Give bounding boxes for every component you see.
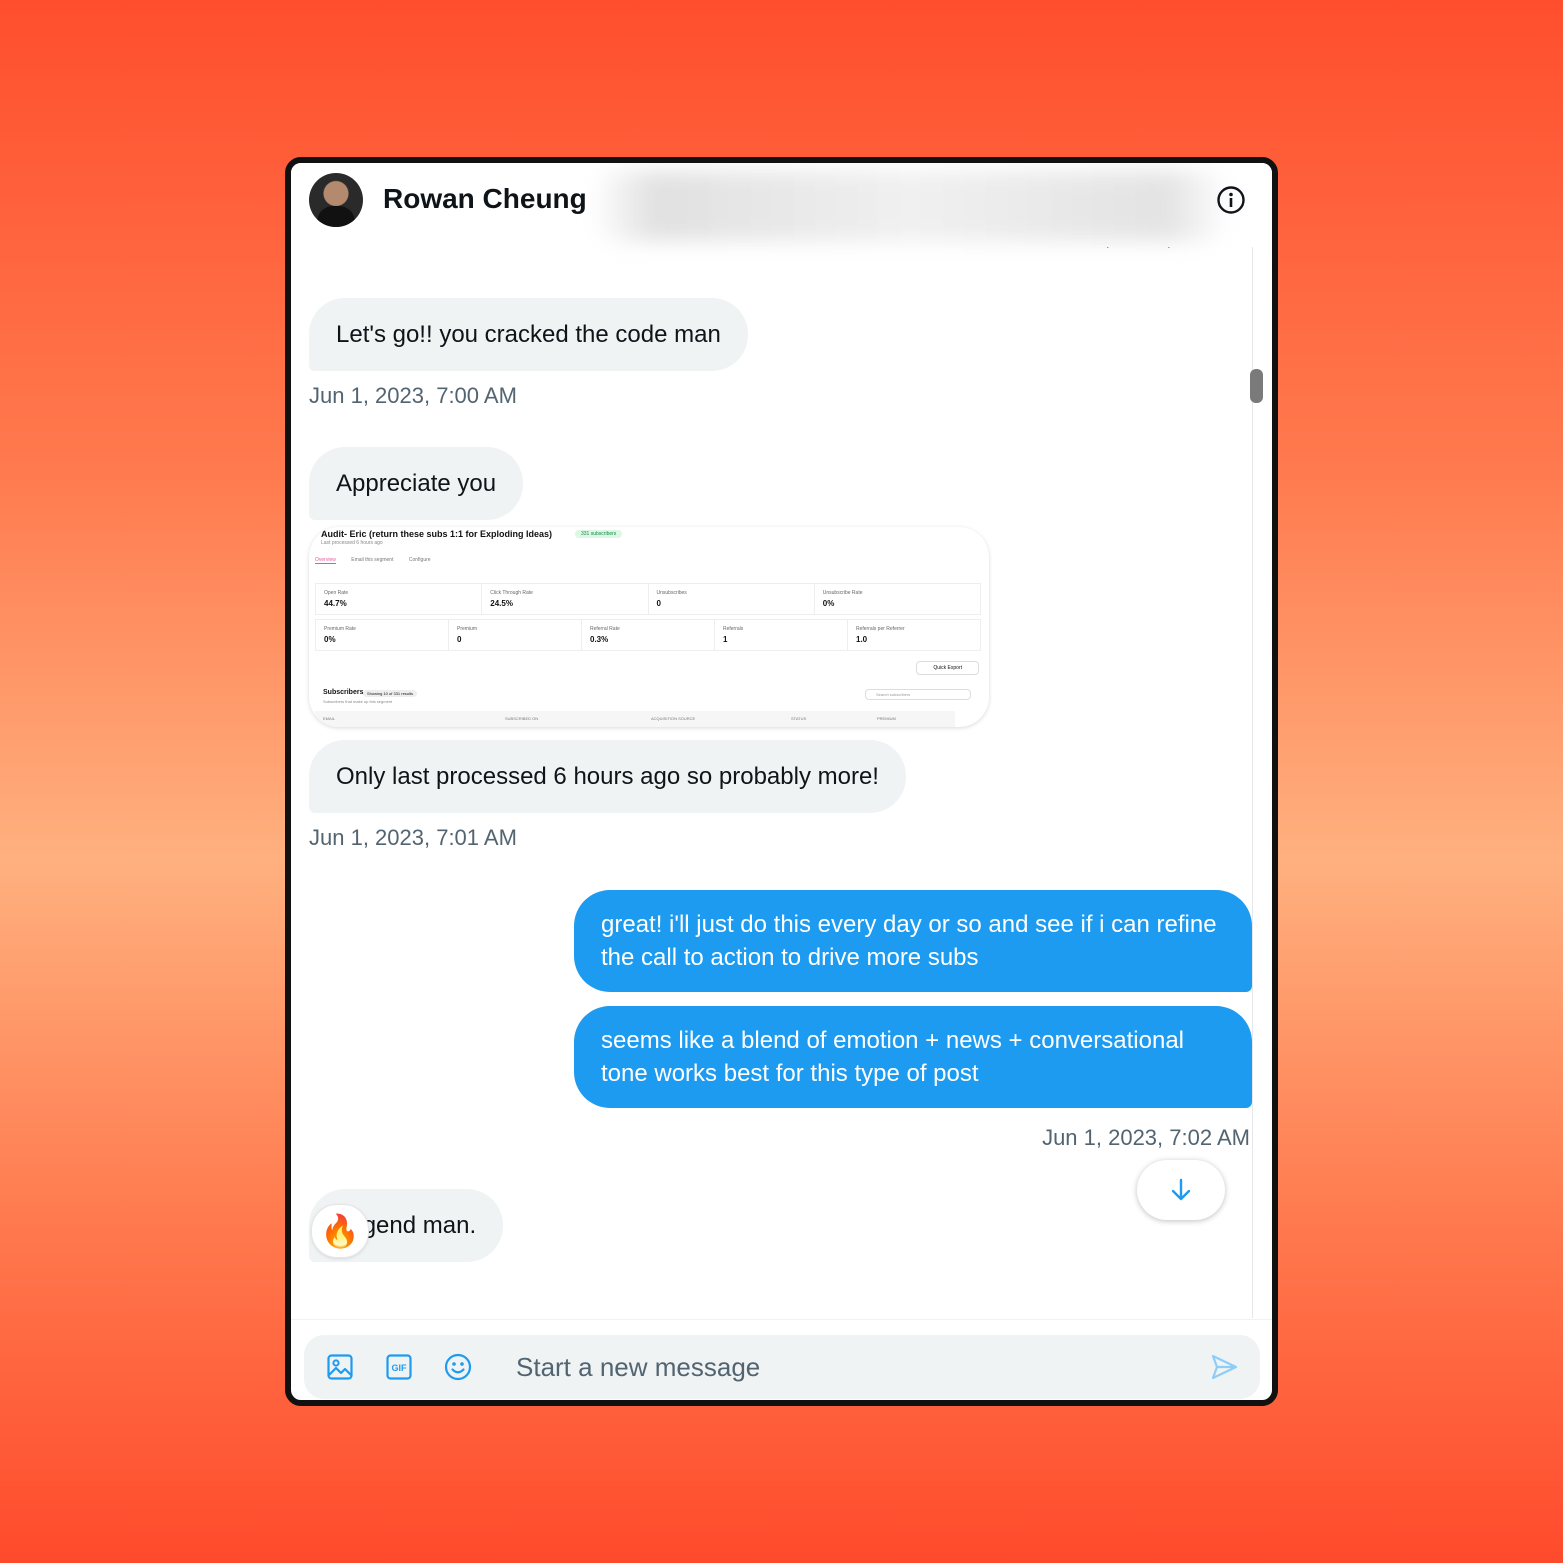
attachment-title: Audit- Eric (return these subs 1:1 for E…	[321, 529, 553, 539]
reaction-badge[interactable]: 🔥	[311, 1204, 369, 1258]
conversation-header: Rowan Cheung	[291, 163, 1272, 247]
message-incoming: Appreciate you	[309, 447, 524, 520]
arrow-down-icon	[1171, 1178, 1191, 1201]
subscribers-table-header: EMAIL SUBSCRIBED ON ACQUISITION SOURCE S…	[315, 711, 955, 727]
scrollbar-thumb[interactable]	[1250, 369, 1263, 403]
stats-row: Open Rate 44.7% Click Through Rate 24.5% U…	[315, 583, 981, 615]
dm-window: Rowan Cheung Jun 1, 2023, 6:43 AM Let's …	[285, 157, 1278, 1406]
message-outgoing: seems like a blend of emotion + news + c…	[574, 1006, 1252, 1108]
subscribers-badge: Showing 10 of 331 results	[363, 690, 418, 697]
message-incoming: Only last processed 6 hours ago so proba…	[309, 740, 906, 813]
message-list[interactable]: Let's go!! you cracked the code man Jun …	[291, 247, 1272, 1320]
attachment-subtitle: Last processed 6 hours ago	[321, 540, 383, 546]
image-icon[interactable]	[325, 1352, 355, 1382]
message-outgoing: great! i'll just do this every day or so…	[574, 890, 1252, 992]
info-icon[interactable]	[1216, 185, 1246, 215]
gif-icon[interactable]: GIF	[384, 1352, 414, 1382]
subscribers-search: Search subscribers	[865, 689, 971, 700]
scrollbar-track	[1252, 247, 1253, 1318]
composer-divider	[291, 1319, 1272, 1320]
image-attachment[interactable]: Audit- Eric (return these subs 1:1 for E…	[309, 527, 989, 727]
attachment-tab: Email this segment	[351, 557, 394, 563]
emoji-icon[interactable]	[443, 1352, 473, 1382]
subscribers-desc: Subscribers that make up this segment	[323, 699, 393, 704]
attachment-tab: Overview	[315, 557, 336, 564]
attachment-badge: 331 subscribers	[575, 530, 623, 538]
message-incoming: Let's go!! you cracked the code man	[309, 298, 748, 371]
message-timestamp: Jun 1, 2023, 7:01 AM	[309, 825, 517, 850]
scroll-to-bottom-button[interactable]	[1137, 1160, 1225, 1220]
avatar[interactable]	[309, 173, 363, 227]
subscribers-title: Subscribers	[323, 689, 364, 696]
message-timestamp: Jun 1, 2023, 7:00 AM	[309, 383, 517, 408]
svg-text:GIF: GIF	[392, 1363, 408, 1373]
blurred-region	[591, 171, 1231, 241]
attachment-tabs: Overview Email this segment Configure	[315, 557, 445, 564]
message-input[interactable]: Start a new message	[516, 1352, 760, 1383]
attachment-tab: Configure	[408, 557, 431, 563]
quick-export-button: Quick Export	[916, 661, 979, 675]
send-icon[interactable]	[1209, 1352, 1239, 1382]
stats-row: Premium Rate 0% Premium 0 Referral Rate 0.3…	[315, 619, 981, 651]
contact-name[interactable]: Rowan Cheung	[383, 183, 587, 215]
message-composer: GIF Start a new message	[304, 1335, 1260, 1399]
message-timestamp: Jun 1, 2023, 7:02 AM	[1042, 1125, 1250, 1150]
fire-emoji: 🔥	[320, 1212, 360, 1250]
